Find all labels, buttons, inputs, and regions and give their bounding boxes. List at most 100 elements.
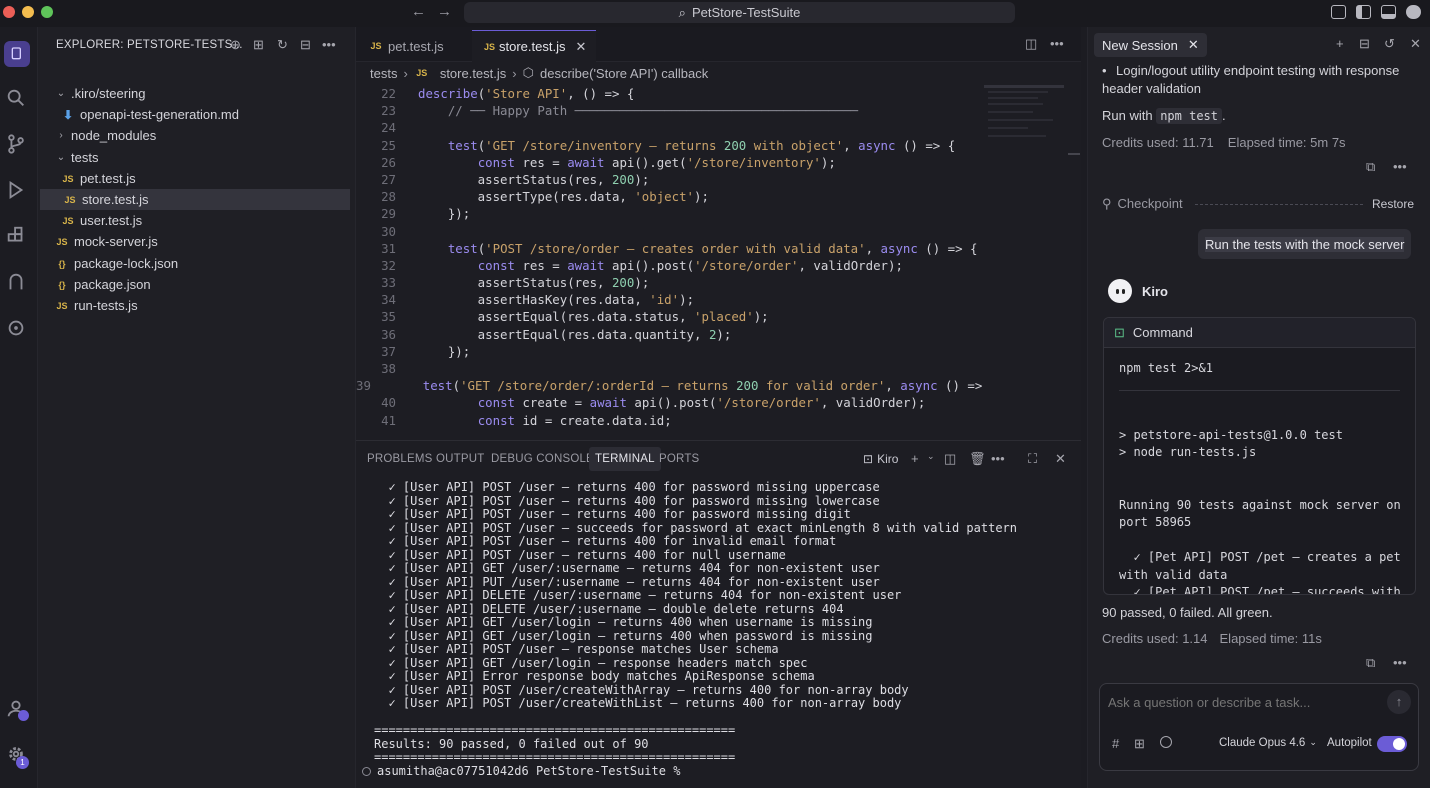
tree-item[interactable]: {} package-lock.json <box>38 253 356 274</box>
close-chat-icon[interactable]: ✕ <box>1410 36 1421 52</box>
collapse-all-icon[interactable]: ⊟ <box>300 37 311 53</box>
command-output-line <box>1119 532 1400 550</box>
breadcrumb-folder[interactable]: tests <box>370 66 397 81</box>
js-file-icon: JS <box>484 41 496 52</box>
terminal-prompt-row[interactable]: asumitha@ac07751042d6 PetStore-TestSuite… <box>362 764 680 779</box>
restore-button[interactable]: Restore <box>1372 195 1414 213</box>
split-editor-icon[interactable]: ◫ <box>1025 36 1037 52</box>
tab-store-test[interactable]: JS store.test.js ✕ <box>472 30 596 62</box>
breadcrumb-symbol[interactable]: describe('Store API') callback <box>540 66 708 81</box>
new-folder-icon[interactable]: ⊞ <box>253 37 264 53</box>
tab-debug-console[interactable]: DEBUG CONSOLE <box>491 453 594 465</box>
new-terminal-icon[interactable]: + <box>911 451 919 466</box>
tab-problems[interactable]: PROBLEMS <box>367 453 433 465</box>
toggle-panel-icon[interactable] <box>1381 5 1396 19</box>
command-content: npm test 2>&1 > petstore-api-tests@1.0.0… <box>1104 348 1415 595</box>
source-control-icon[interactable] <box>5 133 27 155</box>
tree-item[interactable]: ⌄ .kiro/steering <box>38 83 356 104</box>
message-more-icon[interactable]: ••• <box>1393 655 1407 670</box>
search-icon[interactable] <box>5 87 27 109</box>
run-debug-icon[interactable] <box>5 179 27 201</box>
tree-item[interactable]: JS mock-server.js <box>38 231 356 252</box>
command-center-search[interactable]: ⌕ PetStore-TestSuite <box>464 2 1015 23</box>
session-tab[interactable]: New Session ✕ <box>1094 33 1207 57</box>
chevron-down-icon[interactable]: ⌄ <box>927 451 935 462</box>
code-text: }); <box>418 343 471 359</box>
forward-arrow-icon[interactable]: → <box>437 3 452 20</box>
message-more-icon[interactable]: ••• <box>1393 159 1407 174</box>
chevron-right-icon: › <box>59 130 63 141</box>
tree-item-label: mock-server.js <box>74 234 158 249</box>
tree-item[interactable]: ⬇ openapi-test-generation.md <box>38 104 356 125</box>
code-text: const res = await api().get('/store/inve… <box>477 154 836 170</box>
tree-item[interactable]: JS run-tests.js <box>38 295 356 316</box>
tree-item[interactable]: JS store.test.js <box>40 189 350 210</box>
back-arrow-icon[interactable]: ← <box>411 3 426 20</box>
editor-tabs: JS pet.test.js JS store.test.js ✕ ◫ ••• <box>356 27 1081 62</box>
image-attach-icon[interactable]: ⊞ <box>1134 736 1145 752</box>
chat-input[interactable] <box>1108 692 1378 712</box>
send-arrow-icon[interactable]: ↑ <box>1387 690 1411 714</box>
kiro-ghost-icon[interactable] <box>5 271 27 293</box>
new-session-icon[interactable]: + <box>1336 36 1344 51</box>
code-line: 38 <box>356 360 986 377</box>
terminal-name: Kiro <box>877 452 899 466</box>
tree-item[interactable]: JS pet.test.js <box>38 168 356 189</box>
code-text: const id = create.data.id; <box>477 412 672 428</box>
customize-layout-icon[interactable] <box>1331 5 1346 19</box>
minimize-window-button[interactable] <box>22 6 34 18</box>
panel-more-icon[interactable]: ••• <box>991 451 1005 466</box>
terminal-selector[interactable]: ⊡ Kiro <box>863 452 898 466</box>
usage-stats-1: Credits used: 11.71 Elapsed time: 5m 7s <box>1102 134 1346 152</box>
autopilot-toggle[interactable] <box>1377 736 1407 752</box>
code-line: 24 <box>356 119 986 136</box>
remote-explorer-icon[interactable] <box>5 317 27 339</box>
editor-more-icon[interactable]: ••• <box>1050 36 1064 51</box>
tab-terminal[interactable]: TERMINAL <box>589 447 661 471</box>
elapsed-time: Elapsed time: 5m 7s <box>1227 135 1346 150</box>
refresh-icon[interactable]: ↻ <box>277 37 288 53</box>
session-archive-icon[interactable]: ⊟ <box>1359 36 1370 52</box>
copy-icon[interactable]: ⧉ <box>1366 159 1375 175</box>
code-line: 41 const id = create.data.id; <box>356 412 986 429</box>
files-icon[interactable] <box>4 41 30 67</box>
code-editor[interactable]: 22 describe('Store API', () => {23 // ── … <box>356 85 986 441</box>
close-panel-icon[interactable]: ✕ <box>1055 451 1066 467</box>
terminal-line: Results: 90 passed, 0 failed out of 90 <box>374 736 649 751</box>
line-number: 26 <box>381 154 396 170</box>
tree-item[interactable]: ⌄ tests <box>38 147 356 168</box>
model-selector[interactable]: Claude Opus 4.6 ⌄ <box>1219 737 1317 749</box>
copy-icon[interactable]: ⧉ <box>1366 655 1375 671</box>
tree-item[interactable]: › node_modules <box>38 125 356 146</box>
tree-item[interactable]: JS user.test.js <box>38 210 356 231</box>
tab-ports[interactable]: PORTS <box>659 453 699 465</box>
maximize-panel-icon[interactable]: ⛶ <box>1028 451 1037 467</box>
close-tab-icon[interactable]: ✕ <box>575 39 586 55</box>
minimap[interactable] <box>984 85 1080 165</box>
tab-pet-test[interactable]: JS pet.test.js <box>356 30 471 62</box>
maximize-window-button[interactable] <box>41 6 53 18</box>
terminal-line: ========================================… <box>374 750 736 764</box>
close-session-icon[interactable]: ✕ <box>1188 37 1199 53</box>
terminal-output[interactable]: ✓ [User API] POST /user — returns 400 fo… <box>374 480 1074 765</box>
explorer-title: EXPLORER: PETSTORE-TESTS... <box>56 39 243 51</box>
split-terminal-icon[interactable]: ◫ <box>944 451 956 467</box>
history-icon[interactable]: ↺ <box>1384 36 1395 52</box>
toggle-primary-sidebar-icon[interactable] <box>1356 5 1371 19</box>
breadcrumb-file[interactable]: store.test.js <box>440 66 506 81</box>
command-block: ⊡ Command npm test 2>&1 > petstore-api-t… <box>1103 317 1416 595</box>
trash-icon[interactable]: 🗑 <box>969 451 986 467</box>
hash-context-icon[interactable]: # <box>1112 736 1119 751</box>
tab-output[interactable]: OUTPUT <box>436 453 484 465</box>
line-number: 38 <box>381 361 396 376</box>
spec-mode-icon[interactable] <box>1160 736 1172 748</box>
new-file-icon[interactable]: ⊕ <box>230 37 241 53</box>
extensions-icon[interactable] <box>5 225 27 247</box>
command-output-line: > node run-tests.js <box>1119 445 1257 459</box>
tree-item[interactable]: {} package.json <box>38 274 356 295</box>
close-window-button[interactable] <box>3 6 15 18</box>
command-output-line: ✓ [Pet API] POST /pet — succeeds with <box>1119 585 1401 595</box>
more-actions-icon[interactable]: ••• <box>322 37 336 52</box>
chat-bubble-icon[interactable] <box>1406 5 1421 19</box>
